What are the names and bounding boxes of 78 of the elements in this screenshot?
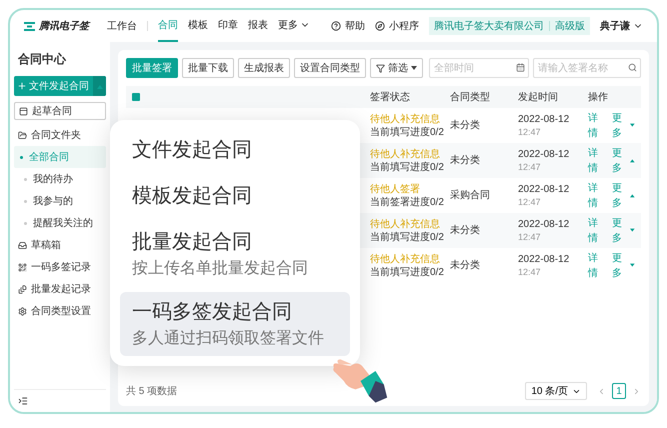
sidebar-item[interactable]: 一码多签记录 [14,256,106,278]
date-text: 2022-08-12 [518,252,570,266]
sidebar-title: 合同中心 [17,51,68,68]
time-text: 12:47 [518,266,542,278]
help-icon [331,21,341,31]
date-text: 2022-08-12 [518,112,570,126]
layout-icon [19,106,28,116]
folder-icon [18,130,27,140]
time-text: 12:47 [518,230,542,244]
sidebar-item[interactable]: 草稿箱 [14,234,106,256]
progress-text: 当前填写进度0/2 [370,160,445,174]
progress-text: 当前填写进度0/2 [370,230,445,244]
date-text: 2022-08-12 [518,218,570,230]
toolbar-button[interactable]: 生成报表 [238,58,290,78]
time-text: 12:47 [518,126,542,138]
next-page-icon[interactable] [632,386,641,396]
company-name[interactable]: 腾讯电子签大卖有限公司 [429,18,549,34]
caret-up-icon [96,84,102,88]
table-cell-text: 未分类 [450,154,481,168]
logo-icon [24,22,35,30]
date-text: 2022-08-12 [518,148,570,160]
time-text: 12:47 [518,196,542,208]
logo-text: 腾讯电子签 [39,20,89,34]
calendar-icon [516,63,525,72]
search-field[interactable]: 请输入签署名称 [533,58,641,78]
toolbar-button[interactable]: 批量下载 [182,58,234,78]
caret-down-icon [411,66,417,70]
nav-tab[interactable]: 报表 [248,10,268,42]
sidebar-item[interactable]: 合同类型设置 [14,300,106,322]
popup-menu-item[interactable]: 一码多签发起合同 多人通过扫码领取签署文件 [120,292,350,356]
date-field[interactable]: 全部时间 [429,58,529,78]
table-cell-text: 未分类 [450,224,481,238]
nav-tab[interactable]: 模板 [188,10,208,42]
table-cell-text: 采购合同 [450,188,491,203]
status-text: 待他人补充信息 [370,148,441,160]
header-checkbox[interactable] [132,93,140,101]
qr-code-icon [18,262,27,272]
plan-label: 高级版 [554,20,586,34]
progress-text: 当前填写进度0/2 [370,126,445,138]
column-header: 操作 [588,90,609,104]
sidebar-subitem[interactable]: 提醒我关注的 [14,212,106,234]
plus-icon [17,81,27,91]
sidebar-subitem[interactable]: 我的待办 [14,168,106,190]
settings-icon [18,306,27,316]
toolbar-button[interactable]: 筛选 [370,58,423,78]
documents-icon [18,284,27,294]
nav-tab[interactable]: 印章 [218,10,238,42]
column-header: 签署状态 [370,90,411,104]
total-count: 共 5 项数据 [126,384,178,398]
sidebar-item[interactable]: 合同文件夹 [14,124,106,146]
user-name[interactable]: 典子谦 [600,18,630,34]
column-header: 发起时间 [518,90,559,104]
help-link[interactable]: 帮助 [345,18,365,34]
column-header: 合同类型 [450,90,491,104]
compass-icon [375,21,385,31]
sidebar-subitem[interactable]: 我参与的 [14,190,106,212]
time-text: 12:47 [518,160,542,174]
table-cell-text: 未分类 [450,258,481,273]
status-text: 待他人补充信息 [370,252,441,266]
date-text: 2022-08-12 [518,182,570,196]
workbench-link[interactable]: 工作台 [107,18,137,34]
mini-program-link[interactable]: 小程序 [389,18,419,34]
status-text: 待他人签署 [370,182,421,196]
sidebar-item[interactable]: 批量发起记录 [14,278,106,300]
filter-icon [376,64,385,72]
search-icon [628,63,637,72]
inbox-icon [18,240,27,250]
progress-text: 当前签署进度0/2 [370,196,445,208]
previous-page-icon[interactable] [597,386,606,396]
status-text: 待他人补充信息 [370,218,441,230]
toolbar-button[interactable]: 设置合同类型 [294,58,366,78]
progress-text: 当前填写进度0/2 [370,266,445,278]
table-cell-text: 未分类 [450,118,481,133]
menu-icon[interactable] [18,396,28,406]
page-size-select[interactable]: 10 条/页 [525,382,587,400]
status-text: 待他人补充信息 [370,112,441,126]
draft-contract-button[interactable]: 起草合同 [14,102,106,120]
nav-tab[interactable]: 更多 [278,10,310,42]
